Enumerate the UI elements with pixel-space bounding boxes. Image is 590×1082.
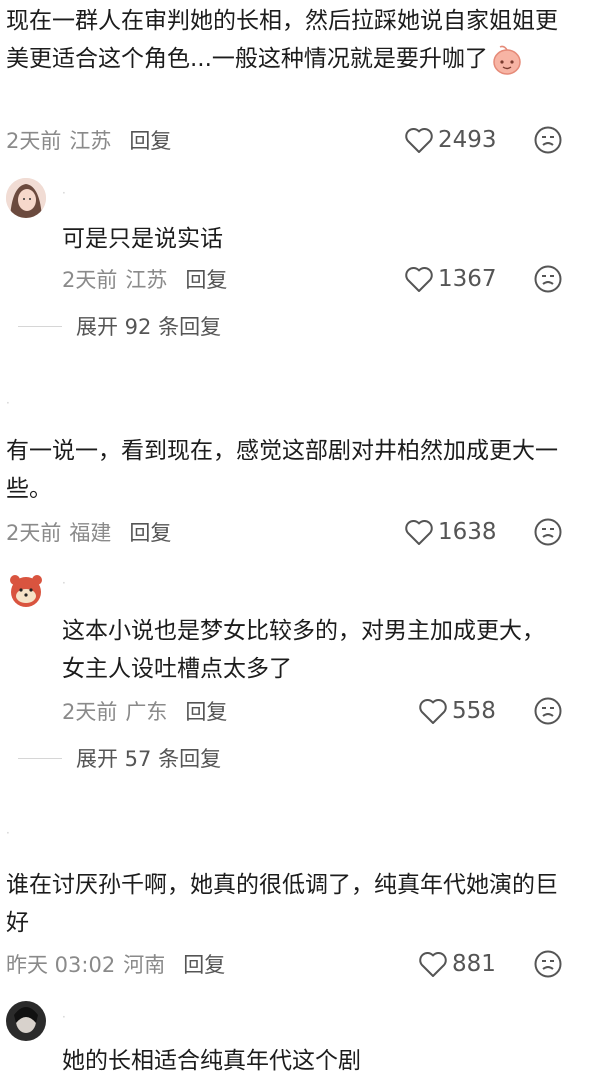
divider-line: [18, 757, 62, 759]
like-button[interactable]: 1367: [404, 264, 497, 294]
avatar-image: [6, 178, 46, 218]
comment-1-text: 现在一群人在审判她的长相，然后拉踩她说自家姐姐更美更适合这个角色...一般这种情…: [6, 2, 566, 78]
comment-time: 2天前: [62, 268, 118, 292]
like-count: 1367: [438, 266, 497, 292]
comment-1-body: 现在一群人在审判她的长相，然后拉踩她说自家姐姐更美更适合这个角色...一般这种情…: [6, 8, 558, 72]
comment-2-meta: 2天前 江苏 回复: [62, 264, 227, 294]
avatar-image: [6, 1001, 46, 1041]
peach-face-emoji-icon: [493, 45, 521, 75]
dislike-button-sad-face-icon[interactable]: [533, 949, 563, 979]
comment-3-text: 有一说一，看到现在，感觉这部剧对井柏然加成更大一些。: [6, 438, 558, 502]
comment-6-text: 她的长相适合纯真年代这个剧: [62, 1048, 361, 1074]
comment-time: 2天前: [6, 129, 62, 153]
comment-location: 江苏: [125, 268, 168, 292]
like-count: 2493: [438, 127, 497, 153]
heart-outline-icon: [419, 698, 447, 724]
username-placeholder: ·: [6, 396, 10, 410]
username-placeholder: ·: [6, 826, 10, 840]
avatar-image: [6, 570, 46, 610]
reply-button[interactable]: 回复: [183, 949, 225, 979]
expand-replies-button[interactable]: 展开 92 条回复: [18, 311, 221, 341]
divider-line: [18, 325, 62, 327]
avatar[interactable]: [6, 570, 46, 610]
avatar[interactable]: [6, 1001, 46, 1041]
username-placeholder: ·: [62, 1010, 66, 1024]
reply-button[interactable]: 回复: [185, 264, 227, 294]
dislike-button-sad-face-icon[interactable]: [533, 696, 563, 726]
comment-location: 福建: [69, 521, 112, 545]
comment-time: 昨天 03:02: [6, 953, 116, 977]
comment-2-text: 可是只是说实话: [62, 226, 223, 252]
comment-time: 2天前: [6, 521, 62, 545]
reply-button[interactable]: 回复: [185, 696, 227, 726]
like-button[interactable]: 2493: [404, 125, 497, 155]
like-button[interactable]: 881: [418, 949, 496, 979]
comment-time: 2天前: [62, 700, 118, 724]
like-button[interactable]: 1638: [404, 517, 497, 547]
dislike-button-sad-face-icon[interactable]: [533, 125, 563, 155]
comment-5-text: 谁在讨厌孙千啊，她真的很低调了，纯真年代她演的巨好: [6, 872, 558, 936]
comment-location: 江苏: [69, 129, 112, 153]
comment-3-meta: 2天前 福建 回复: [6, 517, 171, 547]
expand-replies-label: 展开 57 条回复: [76, 747, 222, 771]
like-count: 1638: [438, 519, 497, 545]
heart-outline-icon: [419, 951, 447, 977]
comment-4-text: 这本小说也是梦女比较多的，对男主加成更大，女主人设吐槽点太多了: [62, 618, 545, 682]
comment-1-meta: 2天前 江苏 回复: [6, 125, 171, 155]
comment-location: 广东: [125, 700, 168, 724]
dislike-button-sad-face-icon[interactable]: [533, 264, 563, 294]
username-placeholder: ·: [62, 186, 66, 200]
dislike-button-sad-face-icon[interactable]: [533, 517, 563, 547]
comment-4-meta: 2天前 广东 回复: [62, 696, 227, 726]
reply-button[interactable]: 回复: [129, 517, 171, 547]
like-button[interactable]: 558: [418, 696, 496, 726]
username-placeholder: ·: [62, 576, 66, 590]
reply-button[interactable]: 回复: [129, 125, 171, 155]
heart-outline-icon: [405, 519, 433, 545]
expand-replies-button[interactable]: 展开 57 条回复: [18, 743, 221, 773]
heart-outline-icon: [405, 266, 433, 292]
expand-replies-label: 展开 92 条回复: [76, 315, 222, 339]
comment-location: 河南: [123, 953, 166, 977]
like-count: 558: [452, 698, 496, 724]
heart-outline-icon: [405, 127, 433, 153]
comment-5-meta: 昨天 03:02 河南 回复: [6, 949, 225, 979]
like-count: 881: [452, 951, 496, 977]
avatar[interactable]: [6, 178, 46, 218]
